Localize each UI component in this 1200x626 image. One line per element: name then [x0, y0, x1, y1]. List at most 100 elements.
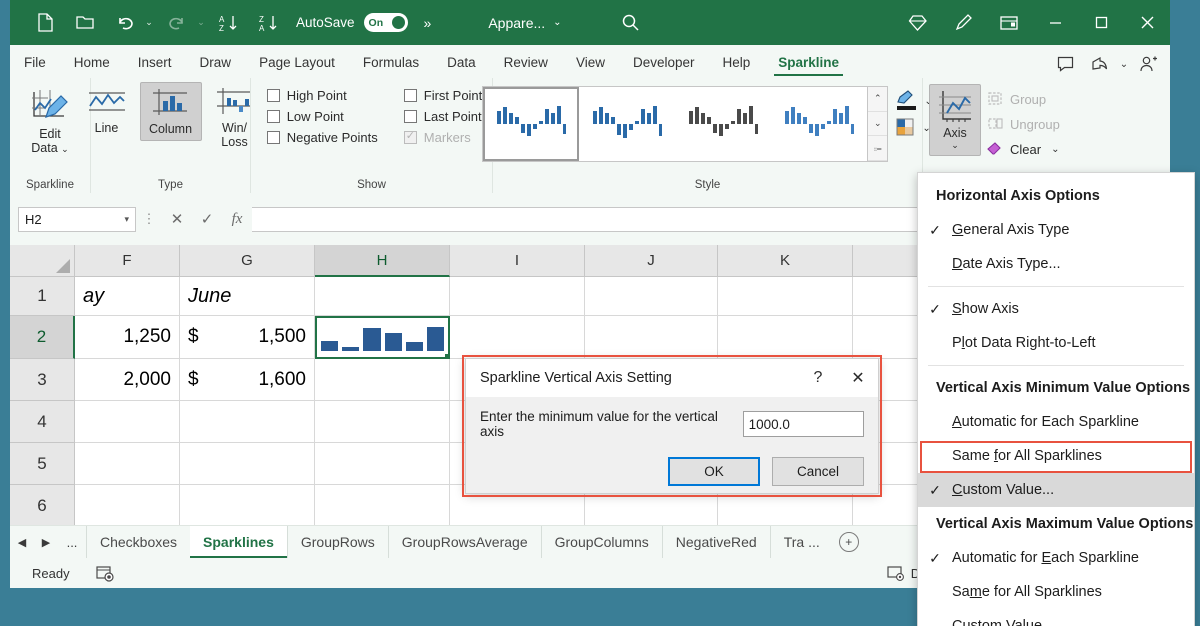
close-button[interactable]	[1124, 0, 1170, 45]
minimum-value-input[interactable]: 1000.0	[743, 411, 864, 437]
high-point-checkbox-box[interactable]	[267, 89, 280, 102]
cell-g3[interactable]: $ 1,600	[180, 359, 315, 401]
dialog-cancel-button[interactable]: Cancel	[772, 457, 864, 486]
tab-sparkline[interactable]: Sparkline	[764, 47, 853, 78]
cell-i2[interactable]	[450, 316, 585, 359]
search-icon[interactable]	[612, 7, 650, 39]
cell-j1[interactable]	[585, 277, 718, 316]
checkbox-first-point[interactable]: First Point	[404, 88, 483, 103]
low-point-checkbox-box[interactable]	[267, 110, 280, 123]
sheet-tab-sparklines[interactable]: Sparklines	[190, 526, 287, 558]
more-commands-icon[interactable]: »	[424, 15, 431, 31]
undo-icon[interactable]	[106, 7, 144, 39]
share-caret-icon[interactable]: ⌄	[1116, 50, 1132, 78]
tab-insert[interactable]: Insert	[124, 47, 186, 78]
cell-g4[interactable]	[180, 401, 315, 443]
cell-g2[interactable]: $ 1,500	[180, 316, 315, 359]
tab-file[interactable]: File	[10, 47, 60, 78]
sheet-tab-grouprowsaverage[interactable]: GroupRowsAverage	[388, 526, 541, 558]
tab-data[interactable]: Data	[433, 47, 490, 78]
cell-h2-active-sparkline[interactable]	[315, 316, 450, 359]
column-header-j[interactable]: J	[585, 245, 718, 277]
cell-k1[interactable]	[718, 277, 853, 316]
menu-item-max-automatic-each-sparkline[interactable]: ✓ Automatic for Each Sparkline	[918, 541, 1194, 575]
checkbox-last-point[interactable]: Last Point	[404, 109, 483, 124]
sheet-nav-prev-icon[interactable]: ◀	[10, 536, 34, 549]
cell-g1[interactable]: June	[180, 277, 315, 316]
sparkline-style-gallery[interactable]: ⌃ ⌄ ⩴	[482, 86, 888, 162]
cell-f6[interactable]	[75, 485, 180, 525]
share-icon[interactable]	[1082, 50, 1116, 78]
record-macro-icon[interactable]	[96, 565, 114, 582]
sheet-tab-negativered[interactable]: NegativeRed	[662, 526, 770, 558]
sheet-tab-checkboxes[interactable]: Checkboxes	[86, 526, 190, 558]
negative-points-checkbox-box[interactable]	[267, 131, 280, 144]
open-folder-icon[interactable]	[66, 7, 104, 39]
tab-view[interactable]: View	[562, 47, 619, 78]
clear-caret-icon[interactable]: ⌄	[1051, 144, 1059, 155]
column-header-g[interactable]: G	[180, 245, 315, 277]
sheet-tab-grouprows[interactable]: GroupRows	[287, 526, 388, 558]
name-box-caret-icon[interactable]: ▾	[124, 214, 129, 225]
cell-h4[interactable]	[315, 401, 450, 443]
menu-item-max-custom-value[interactable]: Custom Value...	[918, 609, 1194, 626]
comments-icon[interactable]	[1048, 50, 1082, 78]
cell-h3[interactable]	[315, 359, 450, 401]
cell-f4[interactable]	[75, 401, 180, 443]
tab-home[interactable]: Home	[60, 47, 124, 78]
sparkline-type-column-button[interactable]: Column	[140, 82, 202, 141]
row-header-5[interactable]: 5	[10, 443, 75, 485]
cell-j2[interactable]	[585, 316, 718, 359]
style-option-3[interactable]	[675, 87, 771, 161]
tab-help[interactable]: Help	[709, 47, 765, 78]
menu-item-general-axis-type[interactable]: ✓ General Axis Type	[918, 213, 1194, 247]
dialog-help-button[interactable]: ?	[798, 359, 838, 397]
column-header-k[interactable]: K	[718, 245, 853, 277]
autosave-toggle[interactable]: On	[364, 13, 408, 32]
add-sheet-button[interactable]: +	[839, 532, 859, 552]
maximize-button[interactable]	[1078, 0, 1124, 45]
style-scroll-down-button[interactable]: ⌄	[868, 112, 887, 137]
cell-g5[interactable]	[180, 443, 315, 485]
menu-item-min-automatic-each-sparkline[interactable]: Automatic for Each Sparkline	[918, 405, 1194, 439]
menu-item-min-custom-value[interactable]: ✓ Custom Value...	[918, 473, 1194, 507]
checkbox-low-point[interactable]: Low Point	[267, 109, 378, 124]
ribbon-display-icon[interactable]	[986, 0, 1032, 45]
dialog-ok-button[interactable]: OK	[668, 457, 760, 486]
select-all-corner[interactable]	[10, 245, 75, 277]
style-gallery-more-button[interactable]: ⩴	[868, 136, 887, 161]
dialog-close-button[interactable]: ✕	[838, 359, 878, 397]
menu-item-show-axis[interactable]: ✓ Show Axis	[918, 292, 1194, 326]
column-header-i[interactable]: I	[450, 245, 585, 277]
pen-icon[interactable]	[940, 0, 986, 45]
row-header-3[interactable]: 3	[10, 359, 75, 401]
tab-draw[interactable]: Draw	[186, 47, 246, 78]
document-title-caret-icon[interactable]: ⌄	[553, 17, 561, 28]
column-header-h[interactable]: H	[315, 245, 450, 277]
confirm-entry-icon[interactable]: ✓	[192, 207, 222, 232]
formula-bar-grip[interactable]: ⋮	[136, 211, 162, 227]
sort-ascending-icon[interactable]: AZ	[210, 7, 248, 39]
tab-page-layout[interactable]: Page Layout	[245, 47, 349, 78]
redo-caret-icon[interactable]: ⌄	[194, 17, 208, 28]
sheet-tab-groupcolumns[interactable]: GroupColumns	[541, 526, 662, 558]
edit-data-caret-icon[interactable]: ⌄	[61, 144, 69, 154]
minimize-button[interactable]	[1032, 0, 1078, 45]
checkbox-negative-points[interactable]: Negative Points	[267, 130, 378, 145]
cell-g6[interactable]	[180, 485, 315, 525]
tab-developer[interactable]: Developer	[619, 47, 709, 78]
row-header-1[interactable]: 1	[10, 277, 75, 316]
name-box[interactable]: H2 ▾	[18, 207, 136, 232]
sheet-nav-overflow-icon[interactable]: ...	[58, 535, 86, 550]
cell-h6[interactable]	[315, 485, 450, 525]
cell-h1[interactable]	[315, 277, 450, 316]
insert-function-icon[interactable]: fx	[222, 207, 252, 232]
style-scroll-up-button[interactable]: ⌃	[868, 87, 887, 112]
edit-data-button[interactable]: Edit Data ⌄	[19, 82, 81, 160]
tab-review[interactable]: Review	[490, 47, 562, 78]
cell-f2[interactable]: 1,250	[75, 316, 180, 359]
menu-item-min-same-for-all-sparklines[interactable]: Same for All Sparklines	[918, 439, 1194, 473]
style-gallery-scrollbar[interactable]: ⌃ ⌄ ⩴	[867, 87, 887, 161]
column-header-f[interactable]: F	[75, 245, 180, 277]
row-header-4[interactable]: 4	[10, 401, 75, 443]
